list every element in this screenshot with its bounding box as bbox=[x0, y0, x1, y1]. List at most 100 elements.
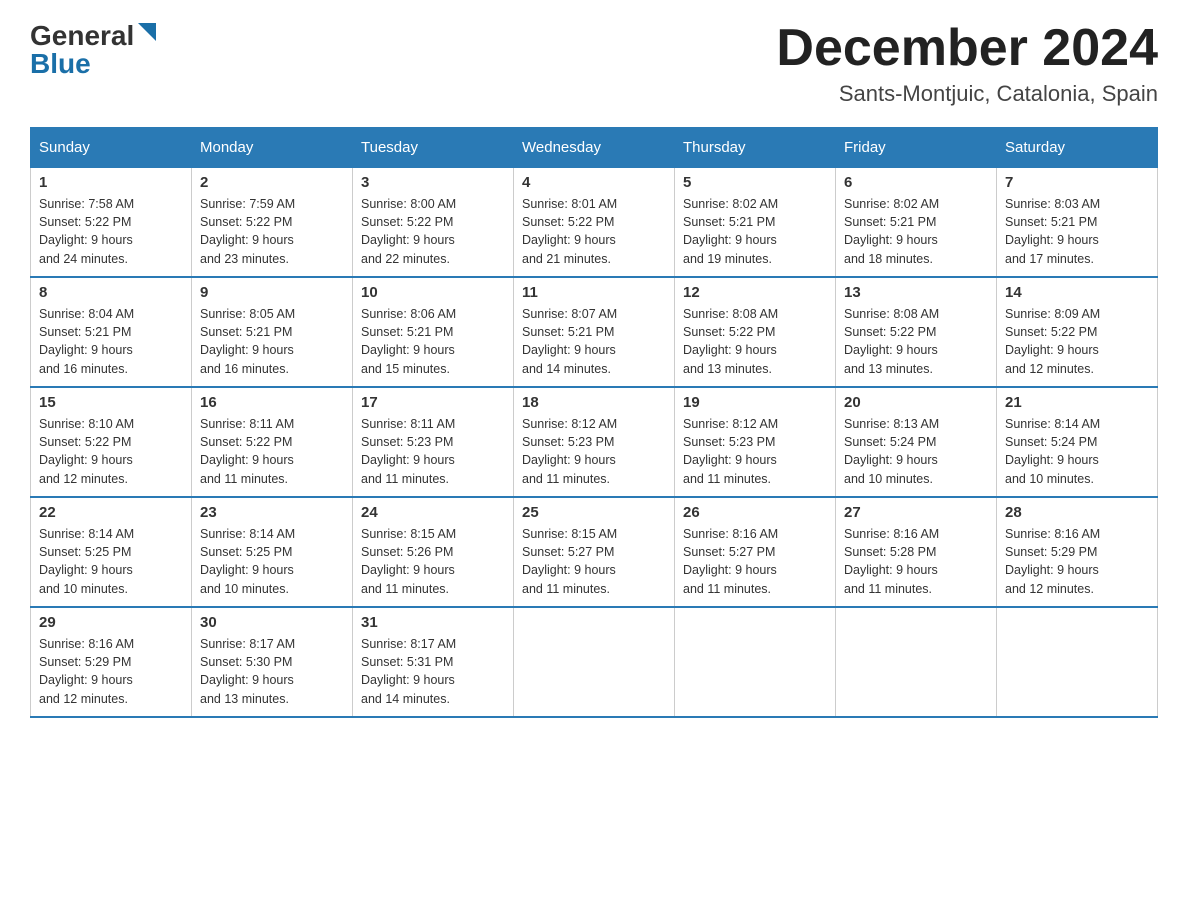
day-info: Sunrise: 8:11 AM Sunset: 5:23 PM Dayligh… bbox=[361, 415, 505, 488]
day-info: Sunrise: 8:17 AM Sunset: 5:31 PM Dayligh… bbox=[361, 635, 505, 708]
calendar-cell: 19 Sunrise: 8:12 AM Sunset: 5:23 PM Dayli… bbox=[675, 387, 836, 497]
day-info: Sunrise: 8:14 AM Sunset: 5:24 PM Dayligh… bbox=[1005, 415, 1149, 488]
day-number: 30 bbox=[200, 614, 344, 631]
day-number: 23 bbox=[200, 504, 344, 521]
month-title: December 2024 bbox=[776, 20, 1158, 77]
col-header-sunday: Sunday bbox=[31, 128, 192, 167]
week-row-2: 8 Sunrise: 8:04 AM Sunset: 5:21 PM Daylig… bbox=[31, 277, 1158, 387]
logo-arrow-icon bbox=[138, 23, 156, 46]
day-info: Sunrise: 8:00 AM Sunset: 5:22 PM Dayligh… bbox=[361, 195, 505, 268]
calendar-cell bbox=[675, 607, 836, 717]
day-number: 4 bbox=[522, 174, 666, 191]
day-number: 8 bbox=[39, 284, 183, 301]
title-block: December 2024 Sants-Montjuic, Catalonia,… bbox=[776, 20, 1158, 107]
calendar-cell: 3Sunrise: 8:00 AM Sunset: 5:22 PM Daylig… bbox=[353, 167, 514, 277]
day-number: 31 bbox=[361, 614, 505, 631]
day-number: 29 bbox=[39, 614, 183, 631]
day-number: 2 bbox=[200, 174, 344, 191]
calendar-cell: 5Sunrise: 8:02 AM Sunset: 5:21 PM Daylig… bbox=[675, 167, 836, 277]
day-info: Sunrise: 7:59 AM Sunset: 5:22 PM Dayligh… bbox=[200, 195, 344, 268]
calendar-cell: 17Sunrise: 8:11 AM Sunset: 5:23 PM Dayli… bbox=[353, 387, 514, 497]
calendar-cell: 15 Sunrise: 8:10 AM Sunset: 5:22 PM Dayli… bbox=[31, 387, 192, 497]
day-info: Sunrise: 8:08 AM Sunset: 5:22 PM Dayligh… bbox=[844, 305, 988, 378]
day-info: Sunrise: 8:03 AM Sunset: 5:21 PM Dayligh… bbox=[1005, 195, 1149, 268]
calendar-cell: 14 Sunrise: 8:09 AM Sunset: 5:22 PM Dayli… bbox=[997, 277, 1158, 387]
col-header-saturday: Saturday bbox=[997, 128, 1158, 167]
day-info: Sunrise: 8:12 AM Sunset: 5:23 PM Dayligh… bbox=[522, 415, 666, 488]
calendar-cell: 13Sunrise: 8:08 AM Sunset: 5:22 PM Dayli… bbox=[836, 277, 997, 387]
calendar-cell: 21 Sunrise: 8:14 AM Sunset: 5:24 PM Dayli… bbox=[997, 387, 1158, 497]
calendar-cell: 20 Sunrise: 8:13 AM Sunset: 5:24 PM Dayli… bbox=[836, 387, 997, 497]
day-number: 9 bbox=[200, 284, 344, 301]
day-number: 28 bbox=[1005, 504, 1149, 521]
day-info: Sunrise: 8:05 AM Sunset: 5:21 PM Dayligh… bbox=[200, 305, 344, 378]
day-info: Sunrise: 8:10 AM Sunset: 5:22 PM Dayligh… bbox=[39, 415, 183, 488]
day-info: Sunrise: 8:02 AM Sunset: 5:21 PM Dayligh… bbox=[844, 195, 988, 268]
day-number: 19 bbox=[683, 394, 827, 411]
day-info: Sunrise: 8:09 AM Sunset: 5:22 PM Dayligh… bbox=[1005, 305, 1149, 378]
day-info: Sunrise: 8:12 AM Sunset: 5:23 PM Dayligh… bbox=[683, 415, 827, 488]
day-number: 7 bbox=[1005, 174, 1149, 191]
day-number: 1 bbox=[39, 174, 183, 191]
col-header-tuesday: Tuesday bbox=[353, 128, 514, 167]
day-number: 25 bbox=[522, 504, 666, 521]
day-number: 21 bbox=[1005, 394, 1149, 411]
calendar-cell: 18Sunrise: 8:12 AM Sunset: 5:23 PM Dayli… bbox=[514, 387, 675, 497]
day-info: Sunrise: 8:14 AM Sunset: 5:25 PM Dayligh… bbox=[39, 525, 183, 598]
day-number: 12 bbox=[683, 284, 827, 301]
calendar-cell: 12 Sunrise: 8:08 AM Sunset: 5:22 PM Dayli… bbox=[675, 277, 836, 387]
day-info: Sunrise: 8:15 AM Sunset: 5:26 PM Dayligh… bbox=[361, 525, 505, 598]
calendar-cell: 29Sunrise: 8:16 AM Sunset: 5:29 PM Dayli… bbox=[31, 607, 192, 717]
calendar-cell: 30Sunrise: 8:17 AM Sunset: 5:30 PM Dayli… bbox=[192, 607, 353, 717]
calendar-cell: 11Sunrise: 8:07 AM Sunset: 5:21 PM Dayli… bbox=[514, 277, 675, 387]
week-row-3: 15 Sunrise: 8:10 AM Sunset: 5:22 PM Dayli… bbox=[31, 387, 1158, 497]
calendar-header-row: SundayMondayTuesdayWednesdayThursdayFrid… bbox=[31, 128, 1158, 167]
day-info: Sunrise: 8:16 AM Sunset: 5:29 PM Dayligh… bbox=[1005, 525, 1149, 598]
logo-blue-text: Blue bbox=[30, 48, 156, 80]
day-info: Sunrise: 8:06 AM Sunset: 5:21 PM Dayligh… bbox=[361, 305, 505, 378]
day-number: 16 bbox=[200, 394, 344, 411]
calendar-cell: 26 Sunrise: 8:16 AM Sunset: 5:27 PM Dayli… bbox=[675, 497, 836, 607]
day-number: 14 bbox=[1005, 284, 1149, 301]
day-info: Sunrise: 8:08 AM Sunset: 5:22 PM Dayligh… bbox=[683, 305, 827, 378]
calendar-cell: 2 Sunrise: 7:59 AM Sunset: 5:22 PM Daylig… bbox=[192, 167, 353, 277]
calendar-cell: 27 Sunrise: 8:16 AM Sunset: 5:28 PM Dayli… bbox=[836, 497, 997, 607]
calendar-cell: 9 Sunrise: 8:05 AM Sunset: 5:21 PM Daylig… bbox=[192, 277, 353, 387]
day-info: Sunrise: 8:14 AM Sunset: 5:25 PM Dayligh… bbox=[200, 525, 344, 598]
day-number: 15 bbox=[39, 394, 183, 411]
day-info: Sunrise: 8:16 AM Sunset: 5:27 PM Dayligh… bbox=[683, 525, 827, 598]
calendar-cell: 8 Sunrise: 8:04 AM Sunset: 5:21 PM Daylig… bbox=[31, 277, 192, 387]
col-header-wednesday: Wednesday bbox=[514, 128, 675, 167]
calendar-cell bbox=[514, 607, 675, 717]
calendar-cell bbox=[997, 607, 1158, 717]
day-info: Sunrise: 8:16 AM Sunset: 5:28 PM Dayligh… bbox=[844, 525, 988, 598]
day-info: Sunrise: 7:58 AM Sunset: 5:22 PM Dayligh… bbox=[39, 195, 183, 268]
day-info: Sunrise: 8:01 AM Sunset: 5:22 PM Dayligh… bbox=[522, 195, 666, 268]
location-title: Sants-Montjuic, Catalonia, Spain bbox=[776, 81, 1158, 107]
day-number: 5 bbox=[683, 174, 827, 191]
day-number: 27 bbox=[844, 504, 988, 521]
calendar-cell: 22Sunrise: 8:14 AM Sunset: 5:25 PM Dayli… bbox=[31, 497, 192, 607]
calendar-cell: 4 Sunrise: 8:01 AM Sunset: 5:22 PM Daylig… bbox=[514, 167, 675, 277]
week-row-4: 22Sunrise: 8:14 AM Sunset: 5:25 PM Dayli… bbox=[31, 497, 1158, 607]
day-info: Sunrise: 8:04 AM Sunset: 5:21 PM Dayligh… bbox=[39, 305, 183, 378]
col-header-monday: Monday bbox=[192, 128, 353, 167]
week-row-1: 1 Sunrise: 7:58 AM Sunset: 5:22 PM Daylig… bbox=[31, 167, 1158, 277]
day-number: 24 bbox=[361, 504, 505, 521]
calendar-cell bbox=[836, 607, 997, 717]
col-header-friday: Friday bbox=[836, 128, 997, 167]
calendar-cell: 28 Sunrise: 8:16 AM Sunset: 5:29 PM Dayli… bbox=[997, 497, 1158, 607]
calendar-cell: 10 Sunrise: 8:06 AM Sunset: 5:21 PM Dayli… bbox=[353, 277, 514, 387]
col-header-thursday: Thursday bbox=[675, 128, 836, 167]
calendar-cell: 25Sunrise: 8:15 AM Sunset: 5:27 PM Dayli… bbox=[514, 497, 675, 607]
day-info: Sunrise: 8:07 AM Sunset: 5:21 PM Dayligh… bbox=[522, 305, 666, 378]
day-number: 26 bbox=[683, 504, 827, 521]
day-number: 10 bbox=[361, 284, 505, 301]
page-header: General Blue December 2024 Sants-Montjui… bbox=[30, 20, 1158, 107]
calendar-table: SundayMondayTuesdayWednesdayThursdayFrid… bbox=[30, 127, 1158, 718]
calendar-cell: 24 Sunrise: 8:15 AM Sunset: 5:26 PM Dayli… bbox=[353, 497, 514, 607]
week-row-5: 29Sunrise: 8:16 AM Sunset: 5:29 PM Dayli… bbox=[31, 607, 1158, 717]
day-info: Sunrise: 8:13 AM Sunset: 5:24 PM Dayligh… bbox=[844, 415, 988, 488]
calendar-cell: 31 Sunrise: 8:17 AM Sunset: 5:31 PM Dayli… bbox=[353, 607, 514, 717]
day-number: 20 bbox=[844, 394, 988, 411]
